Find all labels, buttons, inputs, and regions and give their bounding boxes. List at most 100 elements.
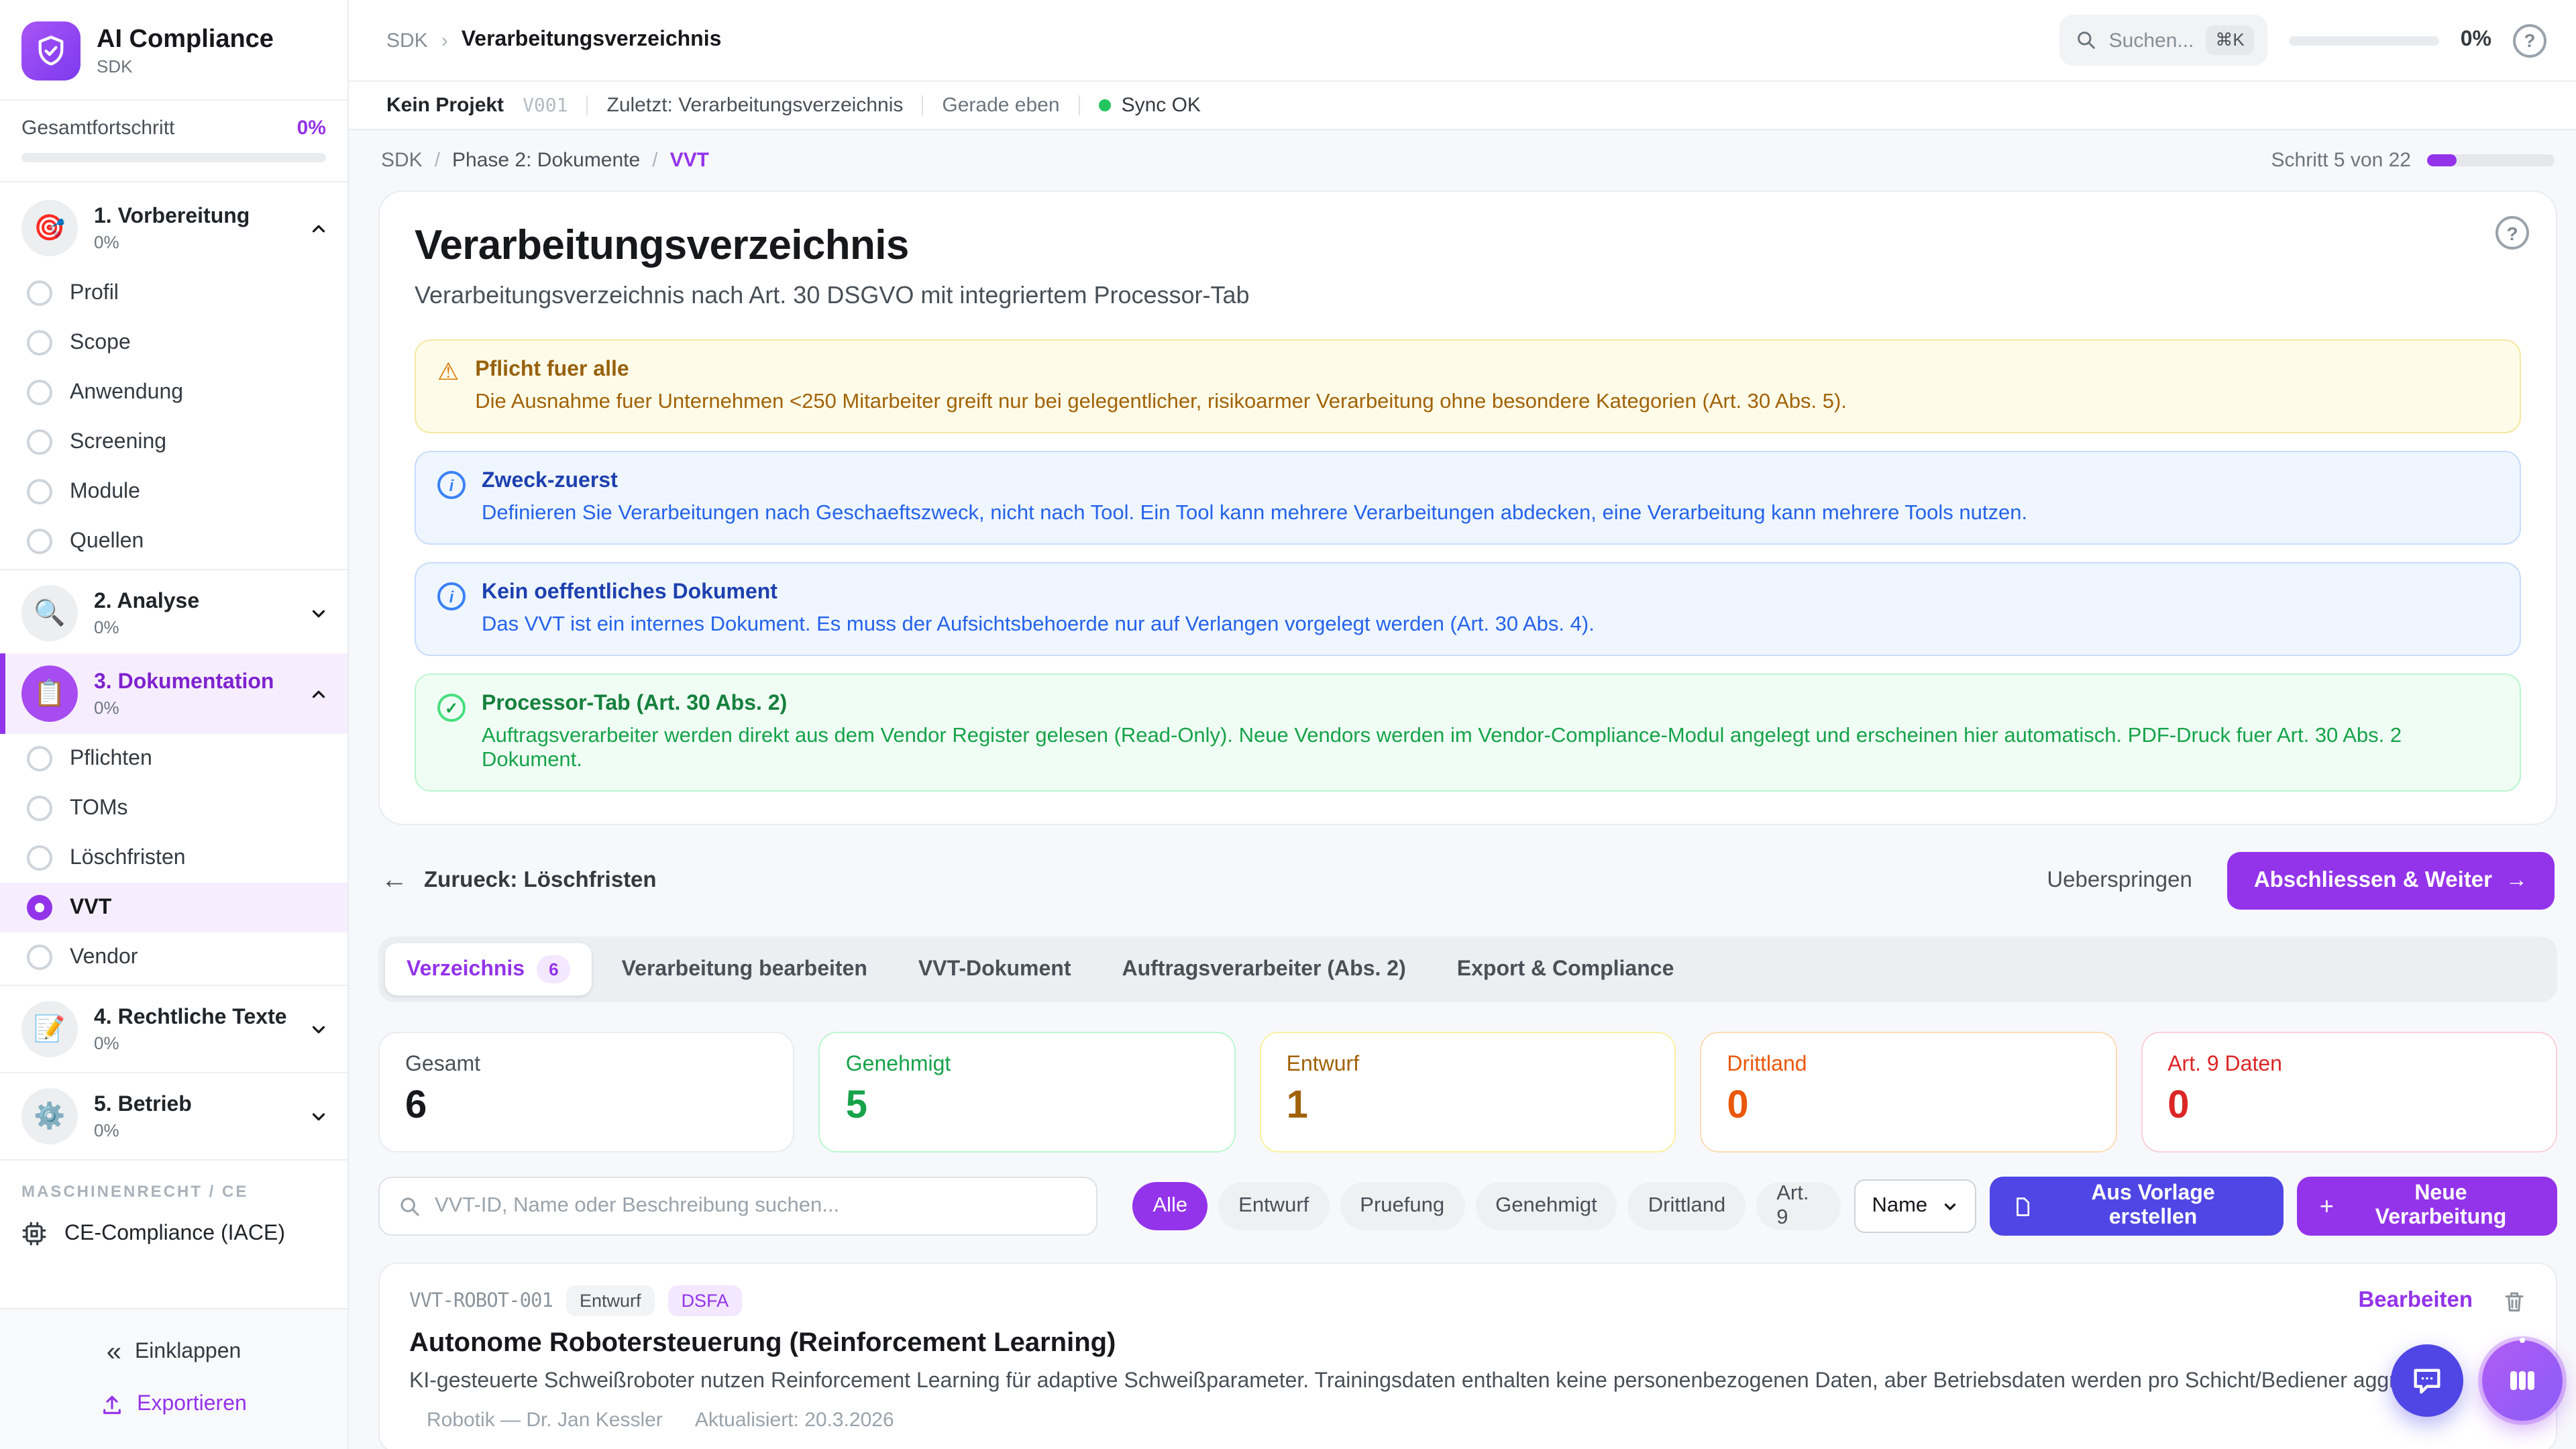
alert-title: Pflicht fuer alle xyxy=(475,358,2498,382)
app-title-block: AI Compliance SDK xyxy=(97,25,274,77)
page-breadcrumb-bar: SDK / Phase 2: Dokumente / VVT Schritt 5… xyxy=(381,149,2555,172)
panel-toggle-button[interactable] xyxy=(2482,1340,2563,1421)
back-button[interactable]: ← Zurueck: Löschfristen xyxy=(381,865,657,896)
vvt-search-input[interactable] xyxy=(435,1194,1077,1218)
create-from-template-button[interactable]: Aus Vorlage erstellen xyxy=(1989,1177,2284,1236)
filter-chip-art9[interactable]: Art. 9 xyxy=(1756,1182,1841,1230)
filter-chip-pruefung[interactable]: Pruefung xyxy=(1340,1182,1464,1230)
tab-verarbeitung-bearbeiten[interactable]: Verarbeitung bearbeiten xyxy=(600,945,889,994)
plus-icon: + xyxy=(2320,1192,2334,1220)
columns-icon xyxy=(2506,1364,2538,1397)
stat-card-drittland: Drittland 0 xyxy=(1700,1032,2116,1152)
sidebar-item-screening[interactable]: Screening xyxy=(0,417,347,467)
radio-icon xyxy=(27,380,52,405)
sidebar-item-toms[interactable]: TOMs xyxy=(0,784,347,833)
phase-percent: 0% xyxy=(94,1032,292,1053)
topbar-progress-bar xyxy=(2289,36,2439,45)
filter-chip-drittland[interactable]: Drittland xyxy=(1628,1182,1746,1230)
alert-body: Auftragsverarbeiter werden direkt aus de… xyxy=(482,724,2498,773)
back-arrow-icon: ← xyxy=(381,865,408,896)
last-saved-time: Gerade eben xyxy=(942,94,1059,117)
sidebar-item-scope[interactable]: Scope xyxy=(0,318,347,368)
global-search-button[interactable]: Suchen... ⌘K xyxy=(2059,15,2267,66)
phase-rechtliche-texte[interactable]: 📝 4. Rechtliche Texte 0% xyxy=(0,989,347,1069)
help-icon[interactable]: ? xyxy=(2496,216,2529,250)
phase-percent: 0% xyxy=(94,231,292,252)
wizard-nav: ← Zurueck: Löschfristen Ueberspringen Ab… xyxy=(381,852,2555,910)
overall-progress: Gesamtfortschritt 0% xyxy=(0,99,347,182)
stat-value: 5 xyxy=(846,1084,1209,1128)
entry-description: KI-gesteuerte Schweißroboter nutzen Rein… xyxy=(409,1370,2526,1394)
stat-value: 0 xyxy=(1727,1084,2090,1128)
complete-next-button[interactable]: Abschliessen & Weiter → xyxy=(2227,852,2555,910)
filter-chip-alle[interactable]: Alle xyxy=(1132,1182,1208,1230)
phase-analyse[interactable]: 🔍 2. Analyse 0% xyxy=(0,573,347,653)
breadcrumb: SDK › Verarbeitungsverzeichnis xyxy=(386,28,721,52)
shield-check-icon xyxy=(34,34,68,68)
sidebar-nav: 🎯 1. Vorbereitung 0% Profil Scope Anwend… xyxy=(0,182,347,1308)
breadcrumb-current: Verarbeitungsverzeichnis xyxy=(462,28,722,52)
sidebar-footer: « Einklappen Exportieren xyxy=(0,1308,347,1449)
sidebar-header: AI Compliance SDK xyxy=(0,0,347,99)
topbar-progress-value: 0% xyxy=(2461,28,2491,52)
sidebar-item-vvt[interactable]: VVT xyxy=(0,883,347,932)
tab-verzeichnis[interactable]: Verzeichnis 6 xyxy=(385,943,592,996)
sidebar-item-ce-compliance[interactable]: CE-Compliance (IACE) xyxy=(0,1209,347,1261)
entry-dsfa-badge: DSFA xyxy=(668,1285,743,1316)
sidebar-item-pflichten[interactable]: Pflichten xyxy=(0,734,347,784)
keyboard-shortcut-badge: ⌘K xyxy=(2206,25,2253,55)
edit-entry-button[interactable]: Bearbeiten xyxy=(2358,1288,2473,1313)
page-header-card: Verarbeitungsverzeichnis Verarbeitungsve… xyxy=(378,191,2557,825)
vvt-entry-card[interactable]: VVT-ROBOT-001 Entwurf DSFA Autonome Robo… xyxy=(378,1263,2557,1449)
tab-export-compliance[interactable]: Export & Compliance xyxy=(1436,945,1696,994)
sidebar-item-module[interactable]: Module xyxy=(0,467,347,517)
magnifier-icon: 🔍 xyxy=(21,585,78,641)
entry-meta: Robotik — Dr. Jan Kessler Aktualisiert: … xyxy=(409,1409,2526,1432)
sidebar-item-quellen[interactable]: Quellen xyxy=(0,517,347,566)
filter-chip-genehmigt[interactable]: Genehmigt xyxy=(1475,1182,1617,1230)
sync-status: Sync OK xyxy=(1099,94,1201,117)
collapse-sidebar-button[interactable]: « Einklappen xyxy=(0,1326,347,1379)
sort-select[interactable]: Name xyxy=(1854,1179,1976,1233)
info-icon: i xyxy=(437,582,466,610)
tab-auftragsverarbeiter[interactable]: Auftragsverarbeiter (Abs. 2) xyxy=(1101,945,1428,994)
search-placeholder: Suchen... xyxy=(2109,29,2194,52)
sidebar-item-label: Vendor xyxy=(70,945,138,969)
phase-vorbereitung[interactable]: 🎯 1. Vorbereitung 0% xyxy=(0,188,347,268)
page-crumb-sdk[interactable]: SDK xyxy=(381,149,423,172)
new-processing-label: Neue Verarbeitung xyxy=(2347,1182,2534,1230)
export-button[interactable]: Exportieren xyxy=(0,1379,347,1430)
vvt-search-field[interactable] xyxy=(378,1177,1097,1236)
filter-chip-entwurf[interactable]: Entwurf xyxy=(1218,1182,1329,1230)
radio-icon xyxy=(27,280,52,306)
trash-icon[interactable] xyxy=(2502,1289,2526,1313)
new-processing-button[interactable]: + Neue Verarbeitung xyxy=(2297,1177,2557,1236)
skip-button[interactable]: Ueberspringen xyxy=(2047,868,2192,894)
radio-icon xyxy=(27,529,52,554)
phase-betrieb[interactable]: ⚙️ 5. Betrieb 0% xyxy=(0,1076,347,1157)
entry-updated: Aktualisiert: 20.3.2026 xyxy=(695,1409,894,1432)
sidebar-item-label: Anwendung xyxy=(70,380,183,405)
sidebar-item-profil[interactable]: Profil xyxy=(0,268,347,318)
phase-percent: 0% xyxy=(94,616,292,637)
page-breadcrumb: SDK / Phase 2: Dokumente / VVT xyxy=(381,149,709,172)
alert-body: Das VVT ist ein internes Dokument. Es mu… xyxy=(482,613,2498,637)
divider xyxy=(0,1159,347,1161)
radio-icon xyxy=(27,796,52,821)
help-icon[interactable]: ? xyxy=(2513,23,2546,57)
tab-label: Verarbeitung bearbeiten xyxy=(622,957,867,981)
phase-dokumentation[interactable]: 📋 3. Dokumentation 0% xyxy=(0,653,347,734)
sidebar-item-anwendung[interactable]: Anwendung xyxy=(0,368,347,417)
breadcrumb-root[interactable]: SDK xyxy=(386,29,428,52)
stat-card-entwurf: Entwurf 1 xyxy=(1260,1032,1676,1152)
chevron-down-icon xyxy=(309,603,329,623)
alert-kein-oeffentliches-dokument: i Kein oeffentliches Dokument Das VVT is… xyxy=(415,562,2521,656)
page-crumb-phase[interactable]: Phase 2: Dokumente xyxy=(452,149,640,172)
chat-assistant-button[interactable] xyxy=(2391,1344,2463,1417)
tab-vvt-dokument[interactable]: VVT-Dokument xyxy=(897,945,1093,994)
sidebar-item-vendor[interactable]: Vendor xyxy=(0,932,347,982)
sidebar-item-loeschfristen[interactable]: Löschfristen xyxy=(0,833,347,883)
divider xyxy=(587,95,588,115)
stat-card-genehmigt: Genehmigt 5 xyxy=(819,1032,1236,1152)
overall-progress-label: Gesamtfortschritt xyxy=(21,117,174,140)
